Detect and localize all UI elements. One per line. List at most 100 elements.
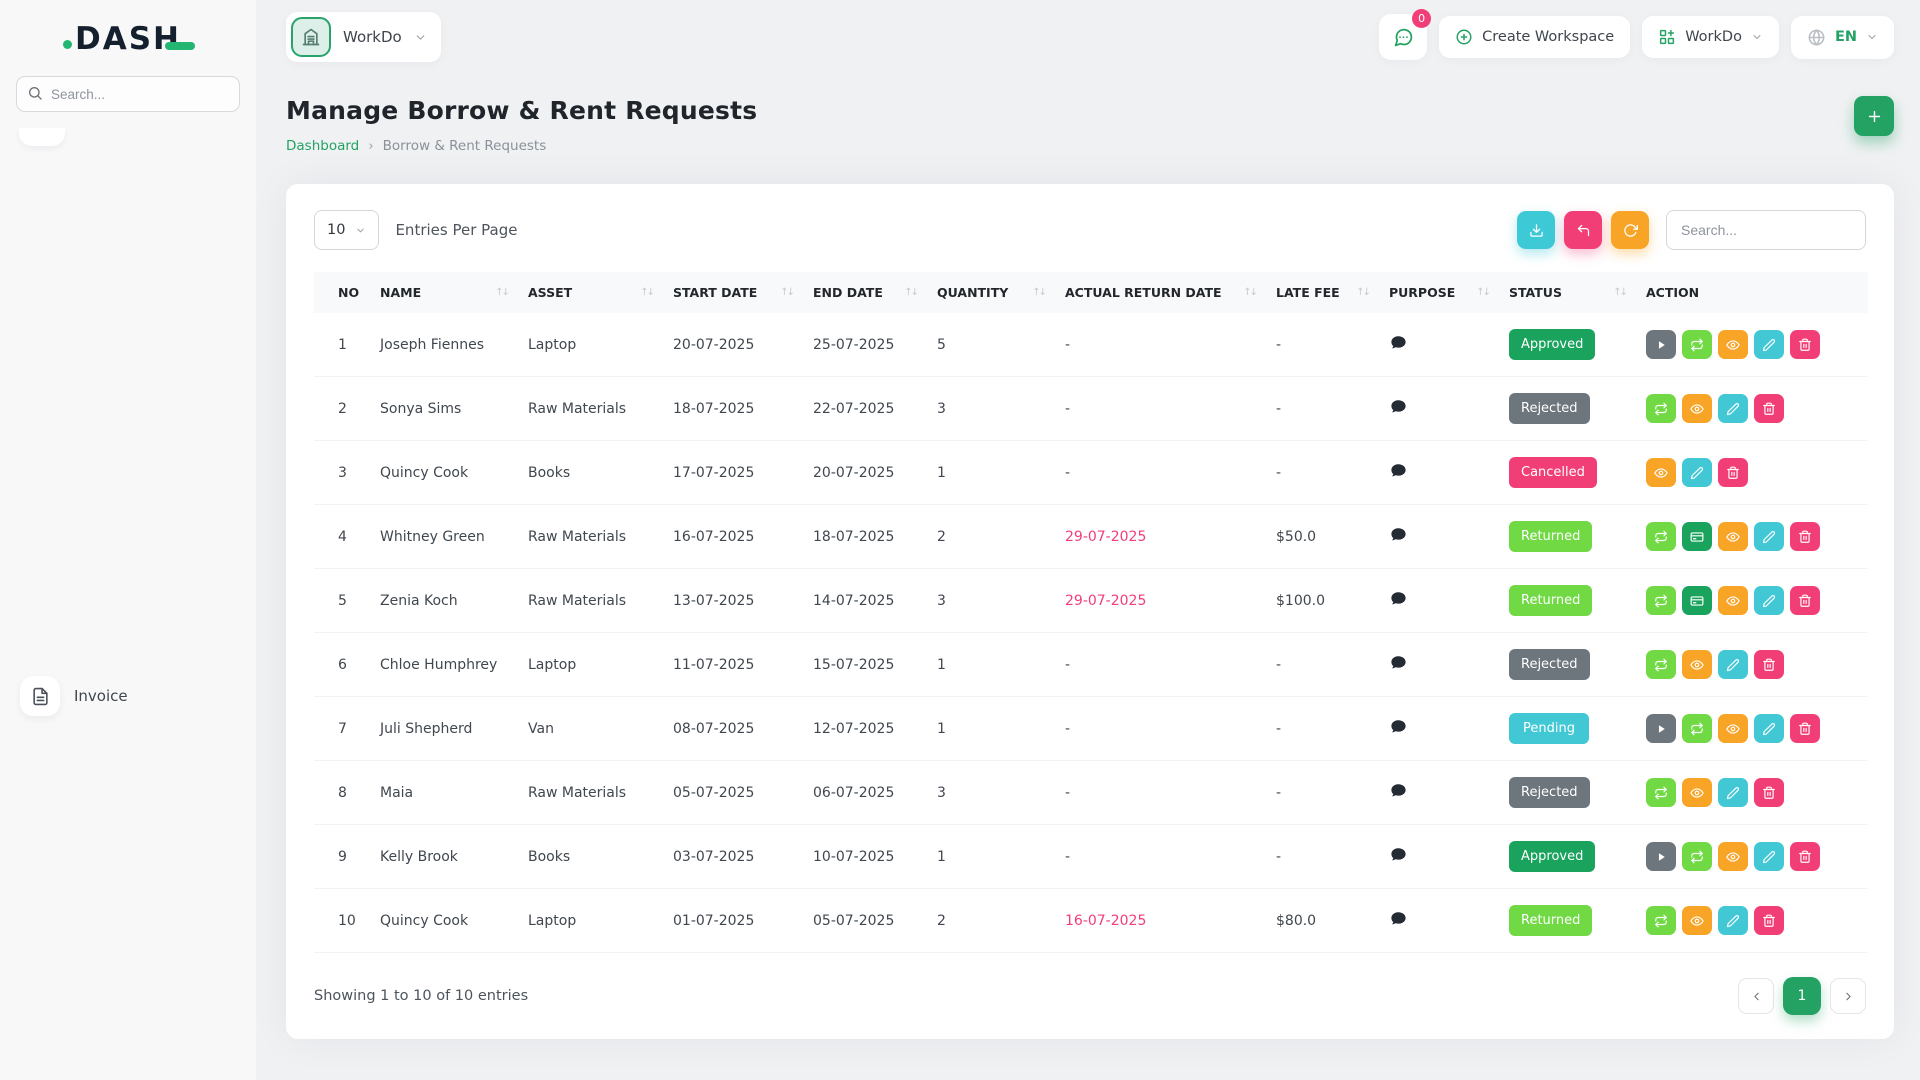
repeat-action-button[interactable] xyxy=(1646,586,1676,615)
cell-no: 8 xyxy=(314,761,370,825)
create-workspace-button[interactable]: Create Workspace xyxy=(1439,16,1630,58)
language-dropdown[interactable]: EN xyxy=(1791,16,1894,59)
workspace-chip[interactable]: WorkDo xyxy=(286,12,441,62)
cell-asset: Raw Materials xyxy=(518,569,663,633)
edit-action-button[interactable] xyxy=(1754,842,1784,871)
delete-action-button[interactable] xyxy=(1754,394,1784,423)
edit-action-button[interactable] xyxy=(1718,906,1748,935)
purpose-comment-icon[interactable] xyxy=(1389,397,1408,416)
pay-action-button[interactable] xyxy=(1682,522,1712,551)
globe-icon xyxy=(1807,28,1826,47)
view-action-button[interactable] xyxy=(1682,394,1712,423)
repeat-action-button[interactable] xyxy=(1646,778,1676,807)
cell-name: Zenia Koch xyxy=(370,569,518,633)
cell-status: Pending xyxy=(1499,697,1636,761)
delete-action-button[interactable] xyxy=(1790,330,1820,359)
view-action-button[interactable] xyxy=(1718,522,1748,551)
column-header-actual-return-date[interactable]: ACTUAL RETURN DATE↑↓ xyxy=(1055,272,1266,313)
create-request-button[interactable] xyxy=(1854,96,1894,136)
purpose-comment-icon[interactable] xyxy=(1389,717,1408,736)
cell-status: Approved xyxy=(1499,313,1636,377)
cell-name: Quincy Cook xyxy=(370,441,518,505)
purpose-comment-icon[interactable] xyxy=(1389,461,1408,480)
view-action-button[interactable] xyxy=(1682,906,1712,935)
view-action-button[interactable] xyxy=(1718,842,1748,871)
edit-action-button[interactable] xyxy=(1754,330,1784,359)
view-action-button[interactable] xyxy=(1646,458,1676,487)
view-action-button[interactable] xyxy=(1718,330,1748,359)
play-action-button[interactable] xyxy=(1646,714,1676,743)
export-button[interactable] xyxy=(1517,211,1555,249)
cell-no: 1 xyxy=(314,313,370,377)
pagination-next-button[interactable] xyxy=(1830,978,1866,1014)
view-action-button[interactable] xyxy=(1682,650,1712,679)
entries-summary: Showing 1 to 10 of 10 entries xyxy=(314,988,528,1004)
view-action-button[interactable] xyxy=(1718,586,1748,615)
cell-quantity: 5 xyxy=(927,313,1055,377)
repeat-action-button[interactable] xyxy=(1646,394,1676,423)
cell-status: Returned xyxy=(1499,569,1636,633)
delete-action-button[interactable] xyxy=(1754,906,1784,935)
column-header-late-fee[interactable]: LATE FEE↑↓ xyxy=(1266,272,1379,313)
cell-quantity: 2 xyxy=(927,889,1055,953)
messages-button[interactable]: 0 xyxy=(1379,14,1427,60)
purpose-comment-icon[interactable] xyxy=(1389,781,1408,800)
purpose-comment-icon[interactable] xyxy=(1389,525,1408,544)
refresh-button[interactable] xyxy=(1611,211,1649,249)
delete-action-button[interactable] xyxy=(1754,650,1784,679)
pagination-prev-button[interactable] xyxy=(1738,978,1774,1014)
edit-action-button[interactable] xyxy=(1754,522,1784,551)
column-header-start-date[interactable]: START DATE↑↓ xyxy=(663,272,803,313)
sidebar-search-input[interactable] xyxy=(16,76,240,112)
pay-action-button[interactable] xyxy=(1682,586,1712,615)
refresh-icon xyxy=(1623,223,1638,238)
delete-action-button[interactable] xyxy=(1790,842,1820,871)
edit-action-button[interactable] xyxy=(1754,714,1784,743)
cell-status: Rejected xyxy=(1499,377,1636,441)
repeat-action-button[interactable] xyxy=(1682,330,1712,359)
delete-action-button[interactable] xyxy=(1790,522,1820,551)
edit-action-button[interactable] xyxy=(1754,586,1784,615)
sort-icon: ↑↓ xyxy=(780,287,793,298)
undo-button[interactable] xyxy=(1564,211,1602,249)
purpose-comment-icon[interactable] xyxy=(1389,653,1408,672)
cell-name: Maia xyxy=(370,761,518,825)
purpose-comment-icon[interactable] xyxy=(1389,589,1408,608)
edit-action-button[interactable] xyxy=(1718,394,1748,423)
purpose-comment-icon[interactable] xyxy=(1389,845,1408,864)
view-action-button[interactable] xyxy=(1682,778,1712,807)
column-header-name[interactable]: NAME↑↓ xyxy=(370,272,518,313)
column-header-quantity[interactable]: QUANTITY↑↓ xyxy=(927,272,1055,313)
repeat-action-button[interactable] xyxy=(1646,906,1676,935)
play-action-button[interactable] xyxy=(1646,330,1676,359)
column-header-asset[interactable]: ASSET↑↓ xyxy=(518,272,663,313)
edit-action-button[interactable] xyxy=(1718,650,1748,679)
table-search-input[interactable] xyxy=(1666,210,1866,250)
edit-action-button[interactable] xyxy=(1682,458,1712,487)
column-header-status[interactable]: STATUS↑↓ xyxy=(1499,272,1636,313)
delete-action-button[interactable] xyxy=(1718,458,1748,487)
delete-action-button[interactable] xyxy=(1754,778,1784,807)
repeat-action-button[interactable] xyxy=(1682,842,1712,871)
column-label: PURPOSE xyxy=(1389,285,1455,300)
create-workspace-label: Create Workspace xyxy=(1482,29,1614,45)
delete-action-button[interactable] xyxy=(1790,586,1820,615)
breadcrumb-dashboard-link[interactable]: Dashboard xyxy=(286,138,359,154)
column-header-end-date[interactable]: END DATE↑↓ xyxy=(803,272,927,313)
repeat-action-button[interactable] xyxy=(1682,714,1712,743)
topbar-right: 0 Create Workspace WorkDo EN xyxy=(1379,14,1894,60)
repeat-action-button[interactable] xyxy=(1646,522,1676,551)
column-header-purpose[interactable]: PURPOSE↑↓ xyxy=(1379,272,1499,313)
edit-action-button[interactable] xyxy=(1718,778,1748,807)
view-action-button[interactable] xyxy=(1718,714,1748,743)
cell-status: Rejected xyxy=(1499,761,1636,825)
repeat-action-button[interactable] xyxy=(1646,650,1676,679)
workspace-dropdown[interactable]: WorkDo xyxy=(1642,16,1779,58)
delete-action-button[interactable] xyxy=(1790,714,1820,743)
entries-per-page-select[interactable]: 10 xyxy=(314,210,379,250)
sidebar-item-invoice[interactable]: Invoice xyxy=(16,156,240,1080)
purpose-comment-icon[interactable] xyxy=(1389,333,1408,352)
play-action-button[interactable] xyxy=(1646,842,1676,871)
purpose-comment-icon[interactable] xyxy=(1389,909,1408,928)
pagination-page-1-button[interactable]: 1 xyxy=(1783,977,1821,1015)
